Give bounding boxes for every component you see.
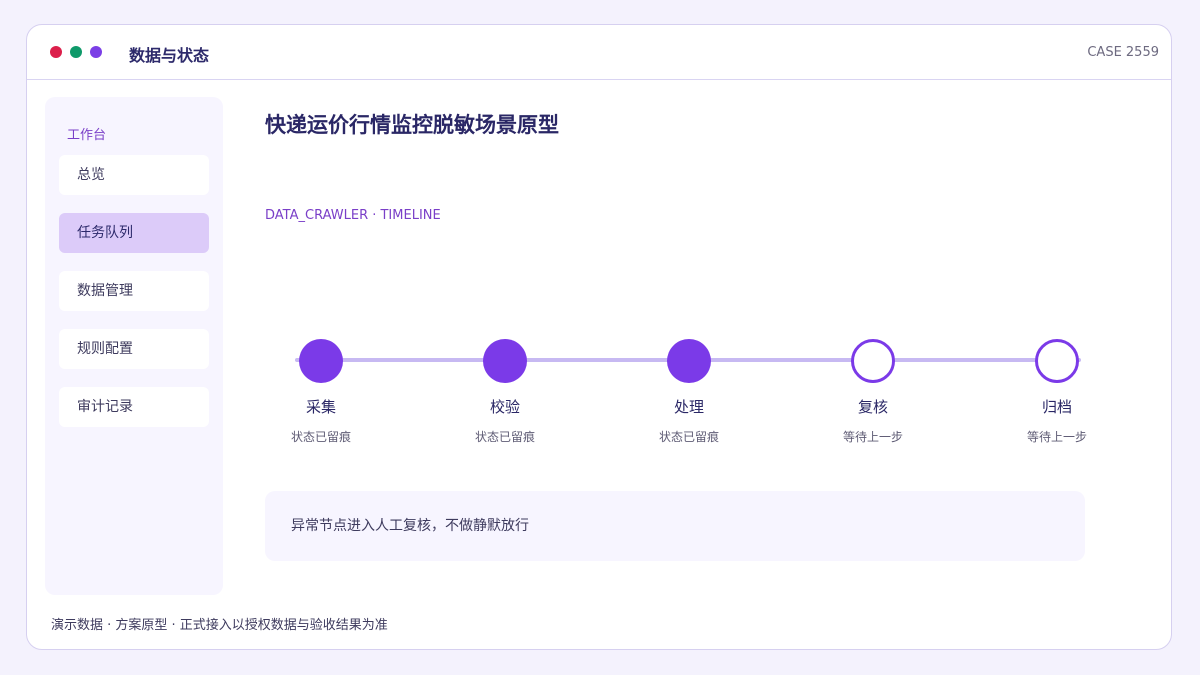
maximize-window-icon[interactable] [90, 46, 102, 58]
step-status: 等待上一步 [842, 430, 903, 444]
close-window-icon[interactable] [50, 46, 62, 58]
sidebar-item-label: 任务队列 [77, 225, 133, 241]
sidebar-item-label: 总览 [77, 167, 105, 183]
timeline-step-review: 复核 等待上一步 [813, 339, 933, 445]
sidebar-item-label: 规则配置 [77, 341, 133, 357]
timeline-step-validate: 校验 状态已留痕 [445, 339, 565, 445]
page-title: 快递运价行情监控脱敏场景原型 [265, 113, 559, 137]
step-done-icon [299, 339, 343, 383]
sidebar-item-task-queue[interactable]: 任务队列 [59, 213, 209, 253]
app-title: 数据与状态 [129, 46, 210, 65]
step-status: 状态已留痕 [474, 430, 535, 444]
step-label: 处理 [673, 398, 704, 416]
step-done-icon [667, 339, 711, 383]
step-pending-icon [1035, 339, 1079, 383]
sidebar-item-data-management[interactable]: 数据管理 [59, 271, 209, 311]
timeline-step-collect: 采集 状态已留痕 [261, 339, 381, 445]
sidebar-item-overview[interactable]: 总览 [59, 155, 209, 195]
step-label: 采集 [305, 398, 336, 416]
timeline-step-process: 处理 状态已留痕 [629, 339, 749, 445]
step-status: 状态已留痕 [658, 430, 719, 444]
sidebar-item-label: 审计记录 [77, 399, 133, 415]
timeline-step-archive: 归档 等待上一步 [997, 339, 1117, 445]
title-bar: 数据与状态 CASE 2559 [27, 25, 1171, 80]
sidebar-item-rule-config[interactable]: 规则配置 [59, 329, 209, 369]
sidebar-item-label: 数据管理 [77, 283, 133, 299]
step-label: 复核 [857, 398, 888, 416]
sidebar-item-audit-log[interactable]: 审计记录 [59, 387, 209, 427]
step-label: 校验 [489, 398, 520, 416]
footer-disclaimer: 演示数据 · 方案原型 · 正式接入以授权数据与验收结果为准 [51, 618, 388, 633]
notice-box: 异常节点进入人工复核，不做静默放行 [265, 491, 1085, 561]
step-pending-icon [851, 339, 895, 383]
case-id: CASE 2559 [1087, 45, 1159, 60]
minimize-window-icon[interactable] [70, 46, 82, 58]
step-label: 归档 [1041, 398, 1072, 416]
sidebar: 工作台 总览 任务队列 数据管理 规则配置 审计记录 [45, 97, 223, 595]
step-status: 状态已留痕 [290, 430, 351, 444]
breadcrumb: DATA_CRAWLER · TIMELINE [265, 208, 441, 223]
step-status: 等待上一步 [1026, 430, 1087, 444]
sidebar-heading: 工作台 [67, 128, 107, 143]
step-done-icon [483, 339, 527, 383]
app-window: 数据与状态 CASE 2559 工作台 总览 任务队列 数据管理 规则配置 审计… [26, 24, 1172, 650]
